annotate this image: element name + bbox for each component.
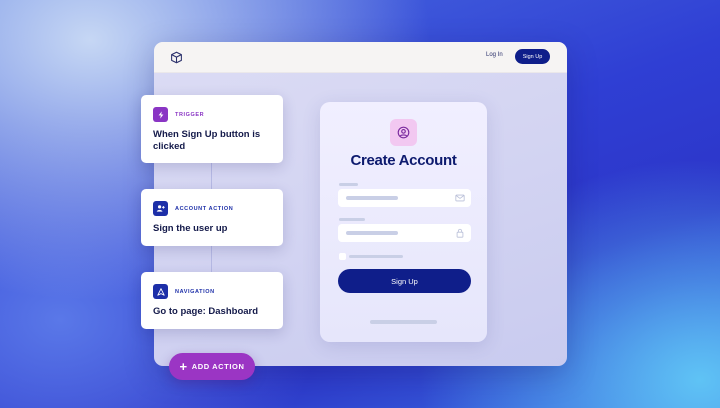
step-card-navigation[interactable]: NAVIGATION Go to page: Dashboard: [141, 272, 283, 329]
add-action-button[interactable]: + ADD ACTION: [169, 353, 255, 380]
terms-checkbox[interactable]: [339, 253, 346, 260]
app-header: Log In Sign Up: [154, 42, 567, 73]
header-signup-button[interactable]: Sign Up: [515, 49, 550, 64]
lightning-icon: [158, 110, 163, 119]
email-label: [339, 183, 358, 186]
step-connector: [211, 163, 212, 189]
signup-button[interactable]: Sign Up: [338, 269, 471, 293]
step-kind: NAVIGATION: [175, 289, 215, 295]
step-kind: TRIGGER: [175, 112, 205, 118]
envelope-icon: [455, 194, 465, 202]
password-placeholder: [346, 231, 398, 235]
step-badge: [153, 107, 168, 122]
login-link[interactable]: Log In: [486, 52, 503, 58]
step-badge: [153, 201, 168, 216]
step-title: Go to page: Dashboard: [153, 306, 259, 317]
step-card-account-action[interactable]: ACCOUNT ACTION Sign the user up: [141, 189, 283, 246]
step-connector: [211, 246, 212, 272]
navigation-icon: [156, 287, 165, 296]
footer-link[interactable]: [370, 320, 437, 324]
step-title: When Sign Up button is clicked: [153, 129, 261, 152]
box-icon[interactable]: [170, 51, 183, 64]
user-circle-icon: [397, 126, 410, 139]
add-action-label: ADD ACTION: [191, 362, 245, 371]
terms-label: [349, 255, 403, 258]
form-title: Create Account: [350, 152, 457, 169]
email-field[interactable]: [338, 189, 471, 207]
step-card-trigger[interactable]: TRIGGER When Sign Up button is clicked: [141, 95, 283, 163]
email-placeholder: [346, 196, 398, 200]
step-kind: ACCOUNT ACTION: [175, 206, 234, 212]
password-label: [339, 218, 365, 221]
password-field[interactable]: [338, 224, 471, 242]
create-account-card: Create Account Sign Up: [320, 102, 487, 342]
user-add-icon: [156, 205, 165, 212]
lock-icon: [456, 228, 464, 238]
step-title: Sign the user up: [153, 223, 228, 234]
step-badge: [153, 284, 168, 299]
plus-icon: +: [179, 359, 188, 374]
avatar-badge: [390, 119, 417, 146]
